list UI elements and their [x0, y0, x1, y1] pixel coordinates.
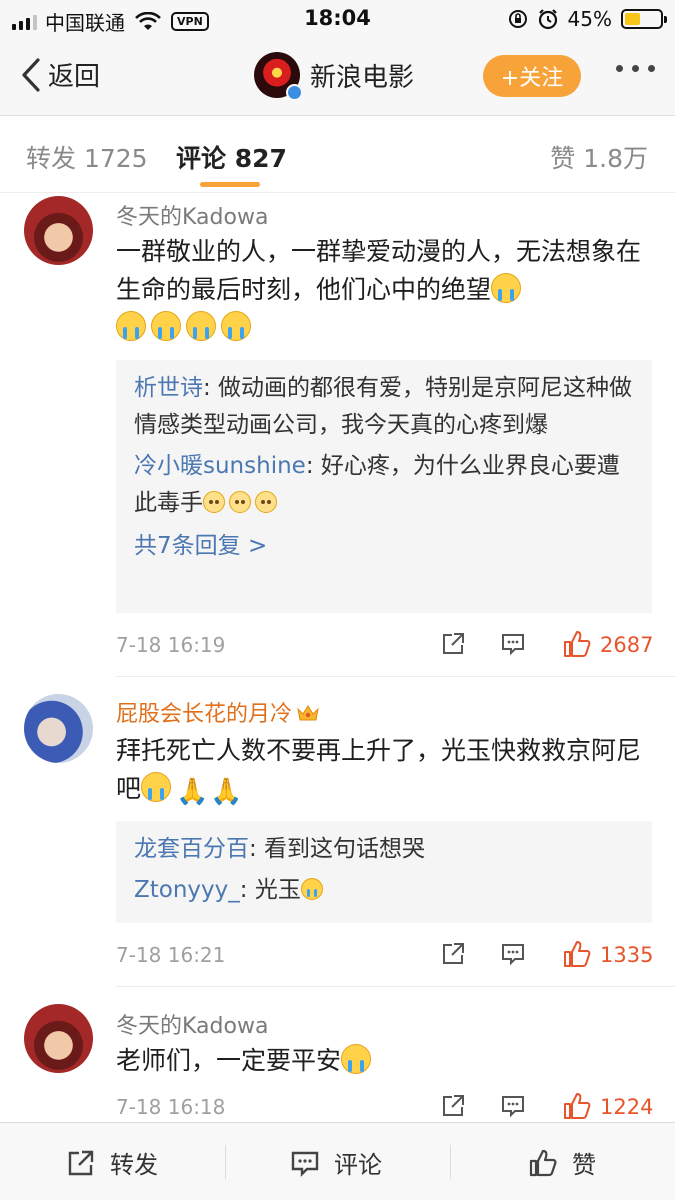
comment-body: 老师们，一定要平安: [116, 1046, 342, 1075]
praying-hands-icon: 🙏: [210, 777, 243, 807]
status-bar: 中国联通 VPN 18:04 45%: [0, 0, 675, 38]
reply-username[interactable]: Ztonyyy_: [134, 877, 240, 903]
crying-emoji-icon: [151, 311, 181, 341]
comment-footer: 7-18 16:18 1224: [116, 1091, 654, 1123]
back-label: 返回: [48, 62, 101, 92]
comment-username[interactable]: 屁股会长花的月冷: [116, 696, 320, 728]
like-icon[interactable]: [562, 939, 592, 969]
reply-item: Ztonyyy_: 光玉: [134, 872, 634, 909]
reply-username[interactable]: 析世诗: [134, 375, 203, 401]
share-icon[interactable]: [440, 631, 466, 657]
reply-text: : 看到这句话想哭: [249, 836, 426, 862]
alarm-icon: [538, 9, 557, 30]
crying-emoji-icon: [116, 311, 146, 341]
active-tab-indicator: [200, 182, 260, 187]
nav-bar: 返回 新浪电影 +关注: [0, 38, 675, 116]
comment-footer: 7-18 16:21 1335: [116, 939, 654, 971]
comment-label: 评论: [334, 1151, 382, 1179]
vip-username: 屁股会长花的月冷: [116, 702, 293, 727]
sad-emoji-icon: [203, 491, 225, 513]
crying-emoji-icon: [186, 311, 216, 341]
battery-icon: [621, 9, 667, 29]
share-icon[interactable]: [440, 941, 466, 967]
verified-icon: [286, 84, 303, 101]
avatar[interactable]: [24, 694, 93, 763]
share-icon[interactable]: [440, 1093, 466, 1119]
back-button[interactable]: 返回: [20, 56, 100, 93]
account-avatar[interactable]: [254, 52, 303, 101]
more-replies-link[interactable]: 共7条回复 >: [134, 528, 634, 565]
like-count: 1335: [600, 943, 654, 967]
comment-divider: [116, 986, 675, 987]
tab-reposts[interactable]: 转发 1725: [26, 139, 148, 175]
tab-likes[interactable]: 赞 1.8万: [550, 139, 648, 175]
comment-time: 7-18 16:18: [116, 1095, 226, 1119]
comment-text: 拜托死亡人数不要再上升了，光玉快救救京阿尼吧 🙏🙏: [116, 732, 651, 811]
reply-icon[interactable]: [500, 1093, 526, 1119]
like-count: 1224: [600, 1095, 654, 1119]
reply-icon[interactable]: [500, 631, 526, 657]
like-icon[interactable]: [562, 1091, 592, 1121]
comment-body: 一群敬业的人，一群挚爱动漫的人，无法想象在生命的最后时刻，他们心中的绝望: [116, 237, 642, 304]
sad-emoji-icon: [229, 491, 251, 513]
toolbar-divider: [225, 1145, 226, 1179]
comment-username[interactable]: 冬天的Kadowa: [116, 199, 268, 231]
crown-icon: [297, 705, 319, 721]
comment-username[interactable]: 冬天的Kadowa: [116, 1008, 268, 1040]
comment-divider: [116, 676, 675, 677]
page-title: 新浪电影: [310, 62, 415, 93]
comment-icon: [291, 1151, 319, 1177]
bottom-toolbar: 转发 评论 赞: [0, 1122, 675, 1200]
share-icon: [68, 1150, 94, 1175]
comment-time: 7-18 16:19: [116, 633, 226, 657]
crying-emoji-icon: [221, 311, 251, 341]
comment-text: 老师们，一定要平安: [116, 1042, 651, 1080]
like-icon[interactable]: [562, 629, 592, 659]
reply-text: : 做动画的都很有爱，特别是京阿尼这种做情感类型动画公司，我今天真的心疼到爆: [134, 375, 633, 438]
more-options-icon[interactable]: [616, 65, 655, 72]
comment-button[interactable]: 评论: [290, 1145, 382, 1180]
toolbar-divider: [450, 1145, 451, 1179]
follow-button[interactable]: +关注: [483, 55, 581, 97]
thumbs-up-icon: [529, 1149, 557, 1176]
reply-preview-box[interactable]: 析世诗: 做动画的都很有爱，特别是京阿尼这种做情感类型动画公司，我今天真的心疼到…: [116, 360, 652, 613]
reply-text: : 光玉: [239, 877, 301, 903]
comment-time: 7-18 16:21: [116, 943, 226, 967]
comment-footer: 7-18 16:19 2687: [116, 629, 654, 661]
reply-preview-box[interactable]: 龙套百分百: 看到这句话想哭 Ztonyyy_: 光玉: [116, 821, 652, 923]
avatar[interactable]: [24, 196, 93, 265]
reply-item: 冷小暖sunshine: 好心疼，为什么业界良心要遭此毒手: [134, 448, 634, 522]
reply-username[interactable]: 冷小暖sunshine: [134, 453, 306, 479]
rotation-lock-icon: [508, 10, 527, 28]
account-header[interactable]: 新浪电影: [254, 52, 415, 101]
reply-item: 析世诗: 做动画的都很有爱，特别是京阿尼这种做情感类型动画公司，我今天真的心疼到…: [134, 370, 634, 444]
repost-label: 转发: [110, 1151, 158, 1179]
crying-emoji-icon: [491, 273, 522, 303]
comment-text: 一群敬业的人，一群挚爱动漫的人，无法想象在生命的最后时刻，他们心中的绝望: [116, 233, 651, 347]
reply-item: 龙套百分百: 看到这句话想哭: [134, 831, 634, 868]
crying-emoji-icon: [300, 878, 323, 900]
crying-emoji-icon: [141, 772, 172, 802]
repost-button[interactable]: 转发: [66, 1145, 158, 1180]
chevron-left-icon: [22, 57, 40, 92]
praying-hands-icon: 🙏: [176, 777, 209, 807]
battery-fill: [625, 13, 641, 25]
crying-emoji-icon: [341, 1044, 372, 1074]
like-count: 2687: [600, 633, 654, 657]
like-button[interactable]: 赞: [528, 1145, 596, 1180]
tab-comments[interactable]: 评论 827: [176, 139, 287, 175]
sad-emoji-icon: [255, 491, 277, 513]
avatar[interactable]: [24, 1004, 93, 1073]
status-right: 45%: [508, 7, 667, 31]
reply-username[interactable]: 龙套百分百: [134, 836, 249, 862]
like-label: 赞: [572, 1151, 596, 1179]
battery-percent: 45%: [567, 7, 612, 31]
tab-bar: 转发 1725 评论 827 赞 1.8万: [0, 117, 675, 193]
reply-icon[interactable]: [500, 941, 526, 967]
